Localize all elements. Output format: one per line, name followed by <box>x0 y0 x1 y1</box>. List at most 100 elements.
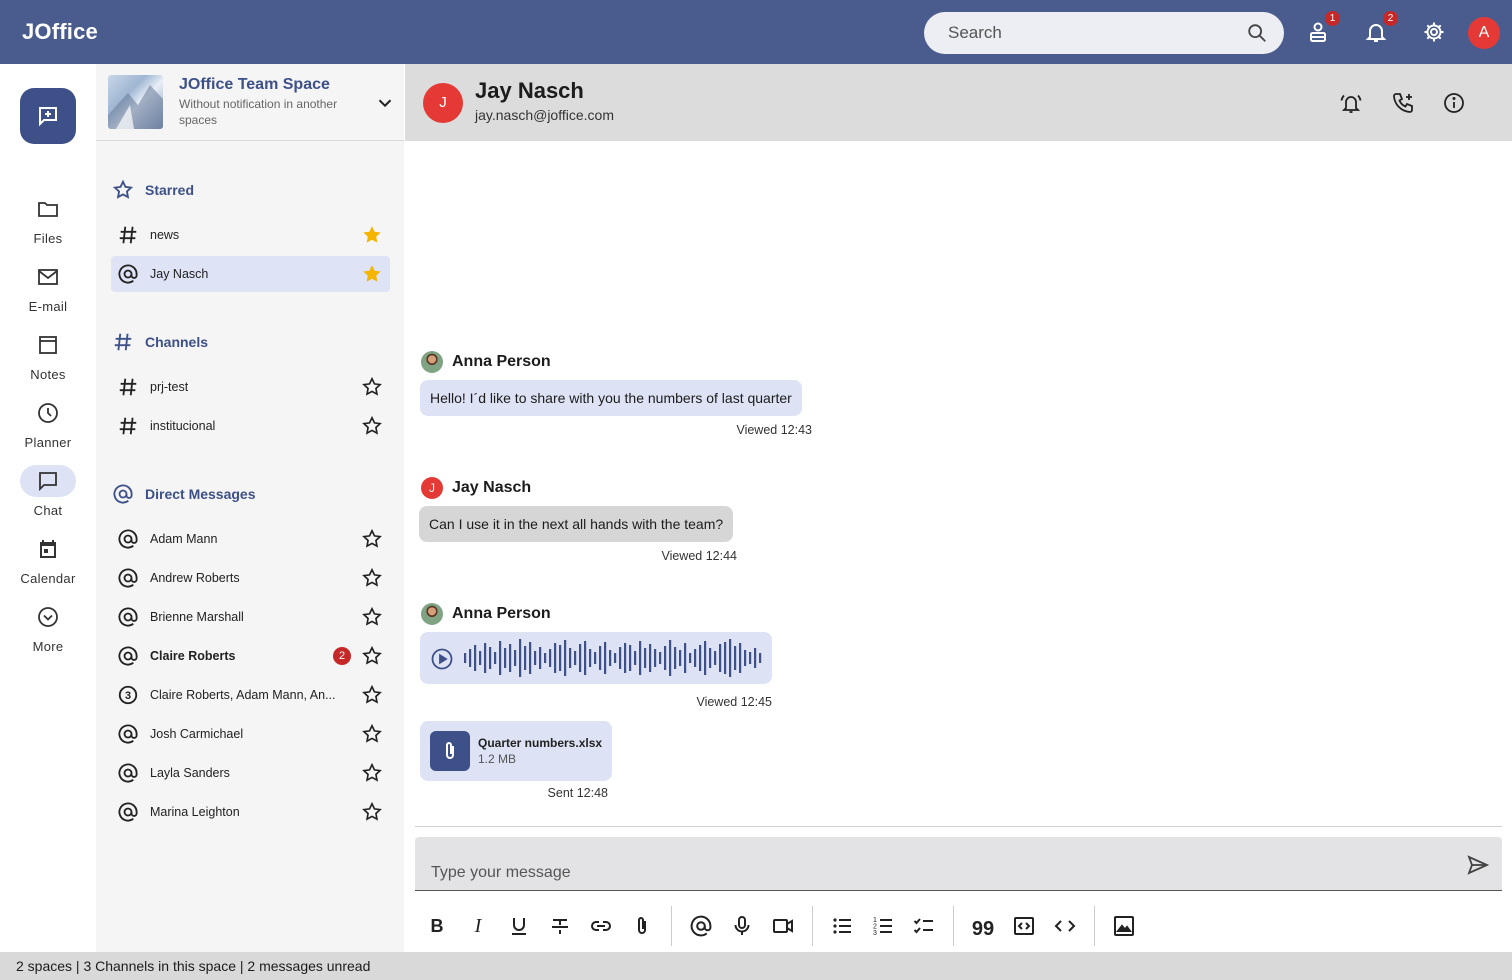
waveform-bar <box>704 641 707 675</box>
attachment-icon[interactable] <box>630 914 654 938</box>
checklist-icon[interactable] <box>912 914 936 938</box>
star-outline-icon[interactable] <box>361 567 383 589</box>
at-icon <box>117 723 139 745</box>
star-outline-icon[interactable] <box>361 376 383 398</box>
star-outline-icon[interactable] <box>361 762 383 784</box>
rail-label: Notes <box>30 367 66 382</box>
app-logo[interactable]: JOffice <box>22 19 98 45</box>
code-block-icon[interactable] <box>1012 914 1036 938</box>
message-bubble[interactable]: Can I use it in the next all hands with … <box>419 506 734 542</box>
star-outline-icon[interactable] <box>361 606 383 628</box>
bold-icon[interactable]: B <box>425 914 449 938</box>
star-outline-icon[interactable] <box>361 723 383 745</box>
bullet-list-icon[interactable] <box>830 914 854 938</box>
star-outline-icon[interactable] <box>361 801 383 823</box>
waveform-bar <box>634 651 637 665</box>
unread-badge: 2 <box>333 647 351 665</box>
at-icon <box>117 801 139 823</box>
star-filled-icon[interactable] <box>361 263 383 285</box>
voice-message[interactable] <box>420 632 772 684</box>
star-outline-icon[interactable] <box>361 684 383 706</box>
play-icon[interactable] <box>430 647 454 671</box>
dm-item-brienne-marshall[interactable]: Brienne Marshall <box>111 599 390 635</box>
message-input[interactable] <box>415 837 1455 889</box>
status-bar: 2 spaces | 3 Channels in this space | 2 … <box>0 952 1512 980</box>
image-icon[interactable] <box>1112 914 1136 938</box>
waveform-bar <box>734 646 737 670</box>
dm-item-andrew-roberts[interactable]: Andrew Roberts <box>111 560 390 596</box>
microphone-icon[interactable] <box>730 914 754 938</box>
space-selector[interactable]: JOffice Team Space Without notification … <box>96 64 404 141</box>
star-filled-icon[interactable] <box>361 224 383 246</box>
notification-settings-icon[interactable] <box>1339 91 1363 115</box>
waveform-bar <box>644 648 647 668</box>
underline-icon[interactable] <box>507 914 531 938</box>
search-icon[interactable] <box>1246 22 1268 44</box>
rail-item-email[interactable]: E-mail <box>0 265 96 325</box>
channel-item-institucional[interactable]: institucional <box>111 408 390 444</box>
info-icon[interactable] <box>1442 91 1466 115</box>
svg-text:I: I <box>474 915 483 937</box>
strikethrough-icon[interactable] <box>548 914 572 938</box>
waveform-bar <box>659 652 662 664</box>
rail-item-planner[interactable]: Planner <box>0 401 96 461</box>
group-label: Claire Roberts, Adam Mann, An... <box>150 688 336 702</box>
new-chat-button[interactable] <box>20 88 76 144</box>
inline-code-icon[interactable] <box>1053 914 1077 938</box>
contact-name: Jay Nasch <box>475 78 584 103</box>
message-bubble[interactable]: Hello! I´d like to share with you the nu… <box>420 380 802 416</box>
status-text: 2 spaces | 3 Channels in this space | 2 … <box>16 958 371 974</box>
group-item-claire-adam[interactable]: 3 Claire Roberts, Adam Mann, An... <box>111 677 390 713</box>
rail-item-more[interactable]: More <box>0 605 96 665</box>
file-attachment[interactable]: Quarter numbers.xlsx 1.2 MB <box>420 721 612 781</box>
space-subtitle: Without notification in another spaces <box>179 97 338 127</box>
rail-item-files[interactable]: Files <box>0 197 96 257</box>
quote-icon[interactable]: 99 <box>971 914 995 938</box>
chat-header: J Jay Nasch jay.nasch@joffice.com <box>405 64 1512 141</box>
dm-item-layla-sanders[interactable]: Layla Sanders <box>111 755 390 791</box>
waveform-bar <box>464 653 467 663</box>
star-outline-icon[interactable] <box>361 415 383 437</box>
send-icon[interactable] <box>1466 853 1490 877</box>
dm-item-marina-leighton[interactable]: Marina Leighton <box>111 794 390 830</box>
waveform-bar <box>719 644 722 672</box>
rail-item-notes[interactable]: Notes <box>0 333 96 393</box>
waveform-bar <box>609 650 612 666</box>
numbered-list-icon[interactable]: 123 <box>871 914 895 938</box>
rail-label: Files <box>33 231 63 246</box>
contact-email: jay.nasch@joffice.com <box>475 107 614 123</box>
video-icon[interactable] <box>771 914 795 938</box>
dm-item-adam-mann[interactable]: Adam Mann <box>111 521 390 557</box>
channel-label: news <box>150 228 180 242</box>
user-avatar[interactable]: A <box>1468 17 1500 49</box>
rail-item-chat[interactable]: Chat <box>0 465 96 529</box>
file-name: Quarter numbers.xlsx <box>478 736 603 750</box>
add-call-icon[interactable] <box>1391 91 1415 115</box>
svg-text:3: 3 <box>873 930 877 937</box>
waveform-bar <box>594 652 597 664</box>
message-author: Anna Person <box>452 353 551 370</box>
channel-item-news[interactable]: news <box>111 217 390 253</box>
search-bar[interactable]: Search <box>924 12 1284 54</box>
dm-item-jay-nasch[interactable]: Jay Nasch <box>111 256 390 292</box>
dm-item-claire-roberts[interactable]: Claire Roberts 2 <box>111 638 390 674</box>
file-icon-box <box>430 731 470 771</box>
star-outline-icon[interactable] <box>361 528 383 550</box>
link-icon[interactable] <box>589 914 613 938</box>
section-label: Starred <box>145 182 195 198</box>
at-icon <box>117 567 139 589</box>
italic-icon[interactable]: I <box>466 914 490 938</box>
contact-avatar[interactable]: J <box>423 83 463 123</box>
mention-icon[interactable] <box>689 914 713 938</box>
waveform-bar <box>639 641 642 675</box>
dm-item-josh-carmichael[interactable]: Josh Carmichael <box>111 716 390 752</box>
star-outline-icon[interactable] <box>361 645 383 667</box>
waveform-bar <box>569 648 572 668</box>
search-input[interactable]: Search <box>948 23 1002 43</box>
rail-item-calendar[interactable]: Calendar <box>0 537 96 597</box>
chevron-down-icon[interactable] <box>374 92 396 114</box>
message-status: Viewed 12:43 <box>736 423 812 437</box>
channel-item-prj-test[interactable]: prj-test <box>111 369 390 405</box>
settings-gear-icon[interactable] <box>1422 20 1446 44</box>
waveform[interactable] <box>464 638 764 678</box>
